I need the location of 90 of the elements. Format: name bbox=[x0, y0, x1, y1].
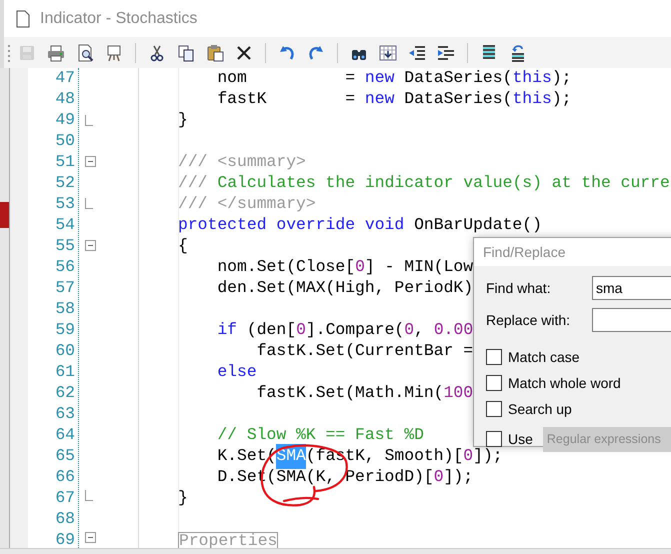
collapse-icon[interactable] bbox=[85, 240, 96, 251]
input-field[interactable]: sma bbox=[592, 276, 671, 300]
code-text: else bbox=[216, 361, 257, 384]
code-text: /// </summary> bbox=[178, 193, 316, 216]
line-number: 60 bbox=[55, 340, 75, 362]
code-text: ]); bbox=[444, 466, 474, 488]
line-number: 48 bbox=[55, 88, 75, 110]
code-text: this bbox=[512, 68, 552, 90]
code-text: fastK.Set(Math.Min( bbox=[256, 382, 444, 404]
code-text: ] - MIN(Low bbox=[364, 256, 474, 278]
line-number: 65 bbox=[55, 445, 75, 468]
collapse-icon[interactable] bbox=[85, 156, 96, 168]
window-edge bbox=[0, 202, 9, 228]
line-number: 61 bbox=[55, 361, 75, 384]
fold-end-icon bbox=[85, 198, 93, 210]
line-number: 66 bbox=[55, 466, 75, 488]
code-text: 0 bbox=[355, 256, 365, 278]
line-number: 54 bbox=[55, 214, 75, 236]
code-text: DataSeries( bbox=[403, 88, 512, 110]
line-number: 52 bbox=[55, 172, 75, 194]
code-text: ); bbox=[552, 88, 572, 110]
line-number: 67 bbox=[55, 487, 75, 510]
code-text: // Slow %K == Fast %D bbox=[216, 424, 424, 446]
code-text: { bbox=[178, 235, 188, 258]
code-text: nom.Set(Close[ bbox=[216, 256, 356, 278]
line-number: 68 bbox=[55, 508, 75, 530]
checkbox-label: Match whole word bbox=[508, 374, 621, 392]
code-text: protected override void bbox=[178, 214, 404, 236]
selected-text: SMA bbox=[276, 444, 306, 469]
code-text: 0 bbox=[434, 466, 444, 488]
checkbox-label: Match case bbox=[508, 348, 580, 366]
checkbox-label: Search up bbox=[508, 400, 572, 419]
field-label: Find what: bbox=[486, 278, 552, 298]
code-text: den.Set(MAX(High, PeriodK) bbox=[216, 277, 474, 300]
line-number: 55 bbox=[55, 235, 75, 258]
checkbox[interactable] bbox=[486, 375, 502, 391]
code-text: (den[ bbox=[246, 319, 296, 342]
document-icon bbox=[16, 10, 30, 28]
code-text: this bbox=[512, 88, 552, 110]
copy-icon[interactable] bbox=[176, 42, 196, 62]
checkbox-label: Use bbox=[508, 430, 533, 448]
printer-icon[interactable] bbox=[46, 42, 66, 62]
line-number: 69 bbox=[55, 529, 75, 548]
line-number: 64 bbox=[55, 424, 75, 446]
code-text: 0 bbox=[296, 319, 306, 342]
code-text: Calculates the indicator value(s) at the curre bbox=[217, 172, 670, 194]
checkbox[interactable] bbox=[486, 431, 502, 447]
code-text: } bbox=[178, 109, 188, 132]
code-text: ); bbox=[552, 68, 572, 90]
code-text: 100 bbox=[444, 382, 474, 404]
line-number: 57 bbox=[55, 277, 75, 300]
code-text: new bbox=[364, 68, 394, 90]
line-number: 53 bbox=[55, 193, 75, 216]
line-number: 62 bbox=[55, 382, 75, 404]
line-number: 58 bbox=[55, 298, 75, 320]
line-number: 50 bbox=[55, 130, 75, 152]
clipboard-icon[interactable] bbox=[205, 42, 225, 62]
code-text: fastK.Set(CurrentBar = bbox=[256, 340, 474, 362]
code-text: } bbox=[178, 487, 188, 510]
code-text: if bbox=[216, 319, 238, 342]
fold-end-icon bbox=[85, 490, 93, 502]
fold-end-icon bbox=[85, 114, 93, 126]
code-text: 0.00 bbox=[434, 319, 474, 342]
code-text: DataSeries( bbox=[403, 68, 512, 90]
checkbox[interactable] bbox=[486, 349, 502, 365]
checkbox[interactable] bbox=[486, 401, 502, 417]
code-text: 0 bbox=[404, 319, 414, 342]
collapse-icon[interactable] bbox=[85, 532, 96, 544]
code-text: fastK = bbox=[216, 88, 356, 110]
line-number: 59 bbox=[55, 319, 75, 342]
dialog-title: Find/Replace bbox=[483, 242, 566, 262]
input-field[interactable] bbox=[592, 308, 671, 332]
code-text: 0 bbox=[463, 445, 474, 468]
window-title: Indicator - Stochastics bbox=[40, 8, 198, 28]
line-number: 51 bbox=[55, 151, 75, 174]
grip-icon bbox=[8, 44, 11, 62]
code-text: /// bbox=[178, 172, 209, 194]
code-text: new bbox=[364, 88, 394, 110]
code-text: , bbox=[414, 319, 425, 342]
code-text: ].Compare( bbox=[306, 319, 404, 342]
code-text: ]); bbox=[473, 445, 503, 468]
grid-icon[interactable] bbox=[378, 42, 398, 62]
line-number: 47 bbox=[55, 68, 75, 90]
code-text: /// <summary> bbox=[178, 151, 306, 174]
line-number: 63 bbox=[55, 403, 75, 426]
line-number: 49 bbox=[55, 109, 75, 132]
field-label: Replace with: bbox=[486, 310, 572, 330]
code-text: nom = bbox=[216, 68, 356, 90]
line-number: 56 bbox=[55, 256, 75, 278]
code-text: OnBarUpdate() bbox=[413, 214, 542, 236]
